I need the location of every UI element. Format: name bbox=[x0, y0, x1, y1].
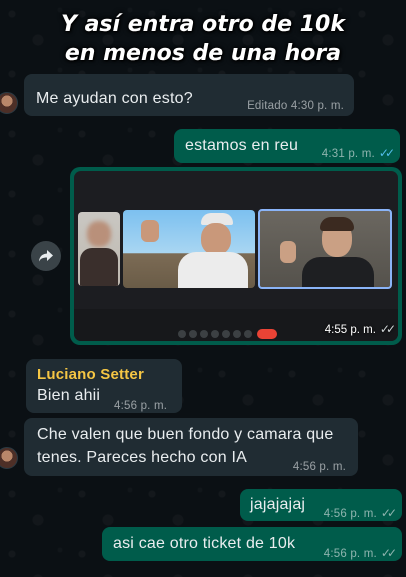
double-check-icon: ✓✓ bbox=[378, 146, 395, 160]
time-text: 4:56 p. m. bbox=[323, 548, 377, 560]
incoming-message[interactable]: Che valen que buen fondo y camara que te… bbox=[24, 418, 358, 476]
participant-tile bbox=[78, 212, 120, 286]
outgoing-message[interactable]: jajajajaj 4:56 p. m. ✓✓ bbox=[240, 489, 402, 521]
message-time: 4:31 p. m. ✓✓ bbox=[321, 142, 395, 165]
message-time: 4:56 p. m. ✓✓ bbox=[323, 542, 397, 565]
more-options-icon bbox=[244, 330, 252, 338]
incoming-message[interactable]: Luciano Setter Bien ahii 4:56 p. m. bbox=[26, 359, 182, 413]
outgoing-message[interactable]: asi cae otro ticket de 10k 4:56 p. m. ✓✓ bbox=[102, 527, 402, 561]
message-time: 4:56 p. m. ✓✓ bbox=[323, 502, 397, 525]
forward-arrow-icon bbox=[39, 250, 53, 262]
sender-name[interactable]: Luciano Setter bbox=[37, 364, 144, 386]
participant-hand bbox=[280, 241, 296, 263]
message-time: 4:55 p. m. ✓✓ bbox=[324, 322, 396, 336]
emoji-control-icon bbox=[211, 330, 219, 338]
caption-banner: Y así entra otro de 10k en menos de una … bbox=[0, 0, 406, 78]
participant-face bbox=[87, 221, 111, 247]
message-text: Me ayudan con esto? bbox=[36, 90, 193, 107]
forward-button[interactable] bbox=[31, 241, 61, 271]
message-text: estamos en reu bbox=[185, 137, 299, 154]
caption-line-2: en menos de una hora bbox=[64, 41, 342, 66]
outgoing-message[interactable]: estamos en reu 4:31 p. m. ✓✓ bbox=[174, 129, 400, 163]
double-check-icon: ✓✓ bbox=[380, 546, 397, 560]
message-time: Editado 4:30 p. m. bbox=[247, 100, 344, 112]
message-text-line-2: tenes. Pareces hecho con IA bbox=[37, 449, 247, 466]
message-time: 4:56 p. m. bbox=[292, 461, 346, 473]
video-preview[interactable] bbox=[74, 171, 398, 341]
participant-tile bbox=[123, 210, 255, 288]
participant-body bbox=[302, 257, 374, 287]
caption-line-1: Y así entra otro de 10k bbox=[60, 12, 345, 37]
participant-tile-active bbox=[258, 209, 392, 289]
captions-control-icon bbox=[200, 330, 208, 338]
raise-hand-control-icon bbox=[233, 330, 241, 338]
participant-face bbox=[201, 223, 231, 255]
time-text: 4:55 p. m. bbox=[324, 324, 376, 336]
time-text: 4:56 p. m. bbox=[323, 508, 377, 520]
present-control-icon bbox=[222, 330, 230, 338]
message-text: Bien ahii bbox=[37, 387, 101, 404]
video-message[interactable]: 4:55 p. m. ✓✓ bbox=[70, 167, 402, 345]
camera-control-icon bbox=[189, 330, 197, 338]
message-text-line-1: Che valen que buen fondo y camara que bbox=[37, 426, 334, 443]
double-check-icon: ✓✓ bbox=[380, 506, 397, 520]
time-text: 4:31 p. m. bbox=[321, 148, 375, 160]
message-time: 4:56 p. m. bbox=[114, 400, 168, 412]
incoming-message[interactable]: Me ayudan con esto? Editado 4:30 p. m. bbox=[24, 74, 354, 116]
participant-hand bbox=[141, 220, 159, 242]
end-call-icon bbox=[257, 329, 277, 339]
participant-body bbox=[178, 252, 248, 288]
message-text: jajajajaj bbox=[250, 496, 306, 513]
participant-hair bbox=[320, 217, 354, 231]
double-check-icon: ✓✓ bbox=[379, 322, 396, 336]
message-text: asi cae otro ticket de 10k bbox=[113, 535, 296, 552]
mic-control-icon bbox=[178, 330, 186, 338]
participant-body bbox=[80, 248, 118, 286]
